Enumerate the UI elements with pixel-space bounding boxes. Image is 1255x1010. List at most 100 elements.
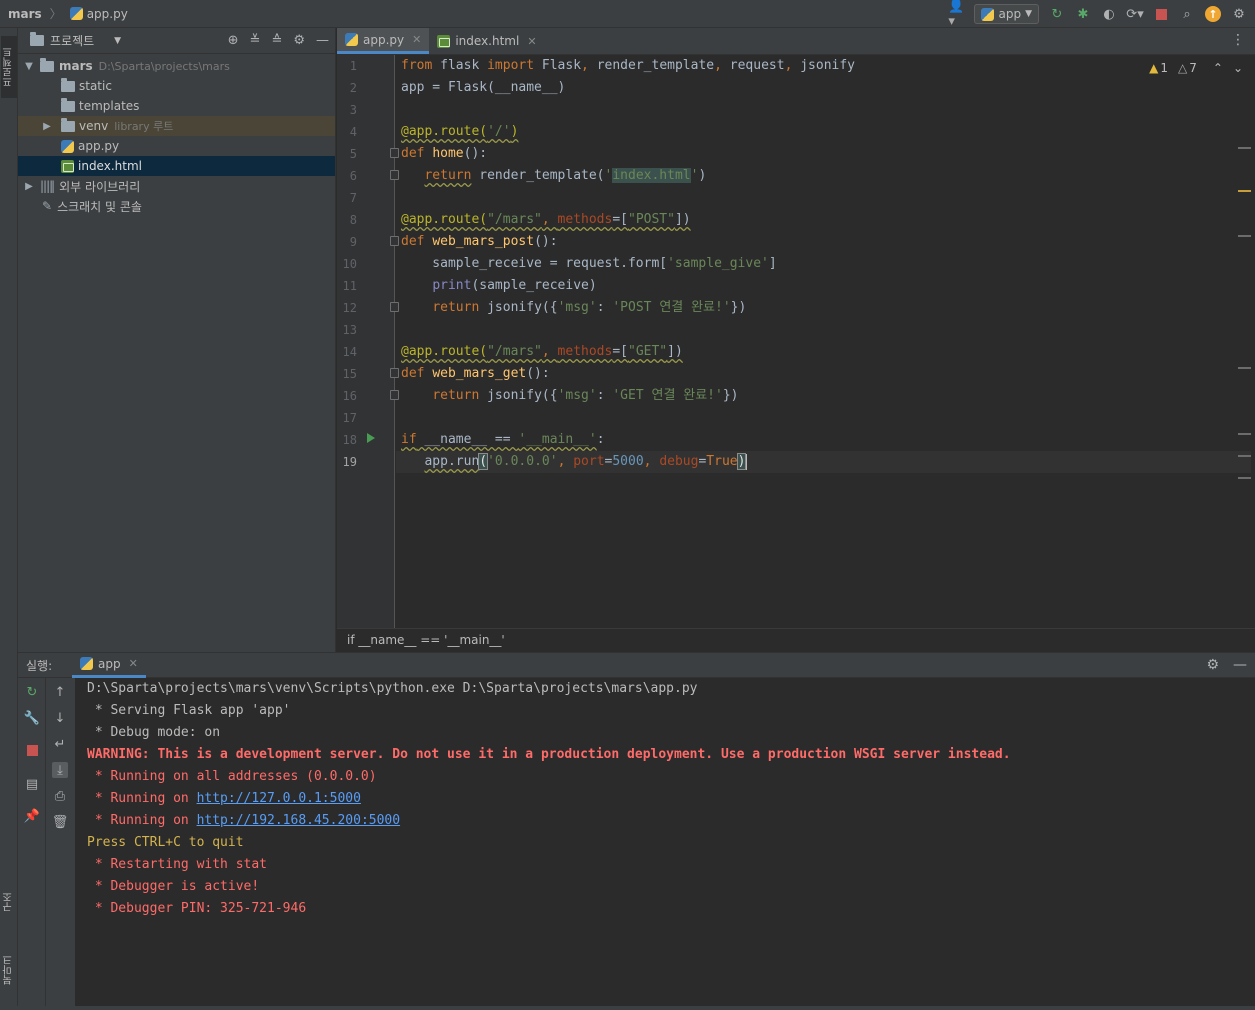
arrow-down-icon[interactable]: ↓ bbox=[52, 710, 68, 726]
collapse-all-icon[interactable]: ≙ bbox=[271, 33, 282, 48]
tab-app-py[interactable]: app.py ✕ bbox=[337, 28, 430, 54]
console-line: * Serving Flask app 'app' bbox=[87, 703, 291, 718]
python-file-icon bbox=[345, 33, 358, 46]
scrollbar-marker[interactable] bbox=[1238, 190, 1251, 192]
tree-item-templates[interactable]: templates bbox=[18, 96, 335, 116]
line-number-gutter: 1 2 3 4 5 6 7 8 9 10 11 12 13 14 15 16 1… bbox=[337, 55, 399, 628]
rerun-icon[interactable]: ↻ bbox=[24, 684, 40, 700]
console-line: * Running on http://192.168.45.200:5000 bbox=[87, 810, 1255, 832]
console-link[interactable]: http://127.0.0.1:5000 bbox=[197, 791, 361, 806]
chevron-right-icon[interactable]: ▶ bbox=[40, 121, 54, 132]
code-line: return jsonify({'msg': 'POST 연결 완료!'}) bbox=[432, 300, 747, 315]
scrollbar-marker[interactable] bbox=[1238, 433, 1251, 435]
tree-item-mars[interactable]: ▼ mars D:\Sparta\projects\mars bbox=[18, 56, 335, 76]
locate-icon[interactable]: ⊕ bbox=[228, 33, 239, 48]
layout-icon[interactable]: ▤ bbox=[24, 776, 40, 792]
expand-all-icon[interactable]: ≚ bbox=[250, 33, 261, 48]
coverage-icon[interactable]: ◐ bbox=[1101, 6, 1117, 22]
scrollbar-marker[interactable] bbox=[1238, 147, 1251, 149]
gear-icon[interactable]: ⚙ bbox=[1206, 657, 1219, 673]
user-icon[interactable]: 👤▾ bbox=[948, 0, 964, 29]
chevron-down-icon[interactable]: ⌄ bbox=[1233, 61, 1243, 75]
close-icon[interactable]: ✕ bbox=[129, 657, 138, 670]
run-tab-app[interactable]: app ✕ bbox=[72, 652, 146, 678]
error-count: 1 bbox=[1160, 61, 1168, 75]
project-panel-title[interactable]: 프로젝트 bbox=[50, 32, 94, 49]
debug-icon[interactable]: ✱ bbox=[1075, 6, 1091, 22]
close-icon[interactable]: ✕ bbox=[527, 35, 536, 48]
tree-item-label: mars bbox=[59, 59, 93, 73]
chevron-down-icon[interactable]: ▼ bbox=[22, 61, 36, 72]
fold-icon[interactable] bbox=[390, 236, 399, 246]
bookmarks-tool-tab[interactable]: 북마크 bbox=[1, 940, 17, 1000]
tree-item-index-html[interactable]: index.html bbox=[18, 156, 335, 176]
scrollbar-marker[interactable] bbox=[1238, 477, 1251, 479]
run-gutter-icon[interactable] bbox=[367, 433, 375, 443]
run-configuration-select[interactable]: app ▼ bbox=[974, 4, 1039, 24]
print-icon[interactable]: ⎙ bbox=[52, 788, 68, 804]
arrow-up-icon[interactable]: ↑ bbox=[52, 684, 68, 700]
status-bar-edge bbox=[0, 1006, 1255, 1010]
line-number: 11 bbox=[342, 279, 357, 293]
fold-icon[interactable] bbox=[390, 170, 399, 180]
tree-item-venv[interactable]: ▶ venv library 루트 bbox=[18, 116, 335, 136]
scrollbar-marker[interactable] bbox=[1238, 367, 1251, 369]
settings-icon[interactable]: ⚙ bbox=[1231, 6, 1247, 22]
tree-item-external-libraries[interactable]: ▶ |||‖ 외부 라이브러리 bbox=[18, 176, 335, 196]
fold-icon[interactable] bbox=[390, 148, 399, 158]
chevron-up-icon[interactable]: ⌃ bbox=[1213, 61, 1223, 75]
folder-icon bbox=[61, 117, 75, 132]
tab-label: index.html bbox=[455, 34, 520, 48]
rerun-icon[interactable]: ↻ bbox=[1049, 6, 1065, 22]
project-tool-tab[interactable]: 프로젝트 bbox=[1, 36, 17, 98]
line-number: 4 bbox=[349, 125, 357, 139]
python-file-icon bbox=[69, 7, 83, 20]
html-file-icon bbox=[61, 159, 74, 173]
code-line: @app.route('/') bbox=[401, 124, 519, 139]
soft-wrap-icon[interactable]: ↵ bbox=[52, 736, 68, 752]
breadcrumb-project[interactable]: mars bbox=[8, 7, 42, 21]
structure-tool-tab[interactable]: 구조 bbox=[1, 880, 17, 924]
pin-icon[interactable]: 📌 bbox=[24, 808, 40, 824]
breadcrumb-file[interactable]: app.py bbox=[87, 7, 128, 21]
code-line: return jsonify({'msg': 'GET 연결 완료!'}) bbox=[432, 388, 739, 403]
tree-item-app-py[interactable]: app.py bbox=[18, 136, 335, 156]
line-number: 16 bbox=[342, 389, 357, 403]
chevron-down-icon[interactable]: ▼ bbox=[114, 36, 121, 46]
tree-item-static[interactable]: static bbox=[18, 76, 335, 96]
more-options-icon[interactable]: ⋮ bbox=[1231, 32, 1245, 48]
tab-index-html[interactable]: index.html ✕ bbox=[429, 28, 544, 54]
python-file-icon bbox=[61, 139, 74, 153]
tree-item-scratches[interactable]: ✎ 스크래치 및 콘솔 bbox=[18, 196, 335, 216]
run-console[interactable]: D:\Sparta\projects\mars\venv\Scripts\pyt… bbox=[76, 678, 1255, 1008]
update-icon[interactable]: ↑ bbox=[1205, 6, 1221, 22]
stop-icon[interactable] bbox=[1153, 6, 1169, 22]
fold-icon[interactable] bbox=[390, 302, 399, 312]
html-file-icon bbox=[437, 34, 451, 48]
chevron-right-icon[interactable]: ▶ bbox=[22, 181, 36, 192]
minimize-icon[interactable]: — bbox=[316, 33, 329, 48]
editor-breadcrumb[interactable]: if __name__ == '__main__' bbox=[337, 628, 1255, 651]
trash-icon[interactable]: 🗑 bbox=[52, 814, 69, 830]
folder-icon bbox=[30, 32, 44, 46]
gear-icon[interactable]: ⚙ bbox=[293, 33, 305, 48]
scrollbar-marker[interactable] bbox=[1238, 235, 1251, 237]
console-scrollbar[interactable] bbox=[1247, 678, 1255, 1008]
line-number: 6 bbox=[349, 169, 357, 183]
close-icon[interactable]: ✕ bbox=[412, 33, 421, 46]
console-link[interactable]: http://192.168.45.200:5000 bbox=[197, 813, 401, 828]
inspection-widget[interactable]: ▲ 1 △ 7 ⌃ ⌄ bbox=[1149, 61, 1243, 75]
tree-item-label: static bbox=[79, 79, 112, 93]
fold-icon[interactable] bbox=[390, 368, 399, 378]
toolbar: 👤▾ app ▼ ↻ ✱ ◐ ⟳▾ ⌕ ↑ ⚙ bbox=[948, 0, 1255, 29]
search-icon[interactable]: ⌕ bbox=[1179, 6, 1195, 22]
minimize-icon[interactable]: — bbox=[1233, 657, 1247, 673]
scrollbar-marker[interactable] bbox=[1238, 455, 1251, 457]
profile-icon[interactable]: ⟳▾ bbox=[1126, 6, 1143, 22]
fold-icon[interactable] bbox=[390, 390, 399, 400]
scroll-to-end-icon[interactable]: ⤓ bbox=[52, 762, 68, 778]
stop-icon[interactable] bbox=[24, 742, 40, 758]
tree-item-label: 외부 라이브러리 bbox=[59, 179, 141, 194]
code-editor[interactable]: 1 2 3 4 5 6 7 8 9 10 11 12 13 14 15 16 1… bbox=[337, 55, 1255, 628]
wrench-icon[interactable]: 🔧 bbox=[24, 710, 40, 726]
